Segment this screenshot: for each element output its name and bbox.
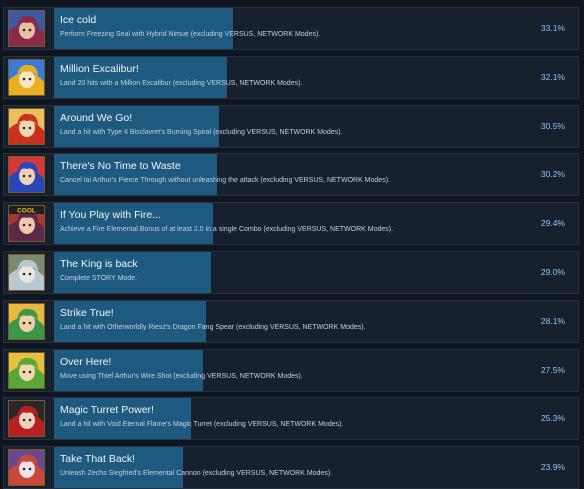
achievement-title: Over Here! xyxy=(60,355,112,368)
unlock-percentage: 29.0% xyxy=(540,267,565,277)
unlock-percentage: 29.4% xyxy=(540,218,565,229)
achievement-row[interactable]: There's No Time to Waste Cancel Iai Arthu… xyxy=(3,153,579,197)
achievement-description: Unleash Zechs Siegfried's Elemental Cann… xyxy=(60,470,333,478)
achievement-description: Cancel Iai Arthur's Pierce Through witho… xyxy=(60,177,390,185)
achievement-row[interactable]: Ice cold Perform Freezing Seal with Hybri… xyxy=(3,7,579,50)
unlock-percentage: 32.1% xyxy=(540,71,565,82)
achievement-title: There's No Time to Waste xyxy=(60,160,181,173)
achievement-description: Land a hit with Type II Bisclavret's Bur… xyxy=(60,128,343,136)
character-portrait-riesz-icon xyxy=(8,302,45,340)
unlock-percentage: 33.1% xyxy=(540,23,565,33)
unlock-percentage: 23.9% xyxy=(540,462,565,473)
unlock-percentage: 27.5% xyxy=(540,364,565,375)
achievement-row[interactable]: Over Here! Move using Thief Arthur's Wire… xyxy=(3,348,579,392)
achievement-title: The King is back xyxy=(60,258,138,270)
achievement-row[interactable]: Around We Go! Land a hit with Type II Bis… xyxy=(3,104,579,148)
unlock-percentage: 30.5% xyxy=(540,120,565,131)
character-portrait-eternal-flame-icon xyxy=(8,400,45,438)
character-portrait-siegfried-icon xyxy=(8,449,45,487)
achievement-row[interactable]: The King is back Complete STORY Mode. 29.0… xyxy=(3,251,579,294)
achievement-title: Strike True! xyxy=(60,306,114,319)
achievement-title: Magic Turret Power! xyxy=(60,404,154,417)
achievement-description: Land a hit with Void Eternal Flame's Mag… xyxy=(60,421,344,429)
character-portrait-nimue-icon xyxy=(8,10,45,47)
icon-badge-label: COOL xyxy=(17,208,36,215)
achievement-description: Perform Freezing Seal with Hybrid Nimue … xyxy=(60,31,321,38)
achievement-description: Land a hit with Otherworldly Riesz's Dra… xyxy=(60,323,366,331)
unlock-percentage: 25.3% xyxy=(540,413,565,424)
sword-in-stone-icon xyxy=(8,254,45,291)
achievement-row[interactable]: Magic Turret Power! Land a hit with Void … xyxy=(3,397,579,441)
character-portrait-cool-icon: COOL xyxy=(8,205,45,243)
character-portrait-bisclavret-icon xyxy=(8,107,45,145)
achievement-description: Achieve a Fire Elemental Bonus of at lea… xyxy=(60,226,394,234)
unlock-percentage: 28.1% xyxy=(540,315,565,326)
achievement-row[interactable]: Million Excalibur! Land 20 hits with a Mi… xyxy=(3,55,579,99)
achievement-title: If You Play with Fire... xyxy=(60,209,161,222)
character-portrait-excalibur-icon xyxy=(8,58,45,96)
achievement-title: Around We Go! xyxy=(60,111,133,124)
achievement-title: Ice cold xyxy=(60,14,97,26)
achievement-description: Complete STORY Mode. xyxy=(60,275,138,282)
character-portrait-iai-arthur-icon xyxy=(8,156,45,194)
achievement-list: Ice cold Perform Freezing Seal with Hybri… xyxy=(0,0,584,489)
achievement-row[interactable]: COOL If You Play with Fire... Achieve a Fi… xyxy=(3,202,579,246)
unlock-percentage: 30.2% xyxy=(540,169,565,180)
achievement-row[interactable]: Take That Back! Unleash Zechs Siegfried's… xyxy=(3,446,579,489)
achievement-description: Move using Thief Arthur's Wire Shot (exc… xyxy=(60,372,303,380)
achievement-title: Take That Back! xyxy=(60,453,136,466)
achievement-title: Million Excalibur! xyxy=(60,62,139,75)
character-portrait-thief-arthur-icon xyxy=(8,351,45,389)
achievement-row[interactable]: Strike True! Land a hit with Otherworldly… xyxy=(3,299,579,343)
achievement-description: Land 20 hits with a Million Excalibur (e… xyxy=(60,79,303,87)
